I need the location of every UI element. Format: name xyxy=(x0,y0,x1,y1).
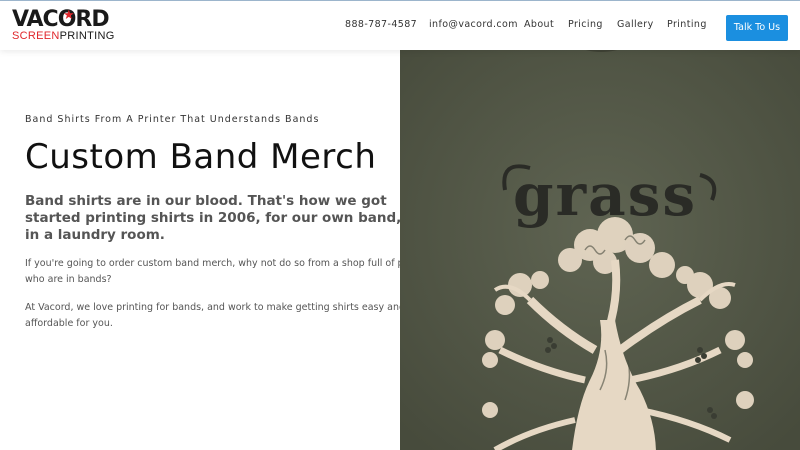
paragraph-line: who are in bands? xyxy=(25,273,112,285)
nav-email-link[interactable]: info@vacord.com xyxy=(429,19,518,30)
nav-about-link[interactable]: About xyxy=(524,19,554,30)
nav-phone-link[interactable]: 888-787-4587 xyxy=(345,19,417,30)
site-header: VACORD ★ SCREENPRINTING 888-787-4587 inf… xyxy=(0,1,800,50)
paragraph-line: At Vacord, we love printing for bands, a… xyxy=(25,302,406,313)
shirt-band-name: grass xyxy=(513,161,697,229)
hero-lead-line: in a laundry room. xyxy=(25,227,165,243)
hero-paragraph-1: If you're going to order custom band mer… xyxy=(25,256,430,287)
nav-gallery-link[interactable]: Gallery xyxy=(617,19,654,30)
hero-lead-line: Band shirts are in our blood. That's how… xyxy=(25,193,387,209)
nav-printing-link[interactable]: Printing xyxy=(667,19,707,30)
hero-paragraph-2: At Vacord, we love printing for bands, a… xyxy=(25,300,406,331)
shirt-illustration: grass xyxy=(400,50,800,450)
band-shirt-photo: grass xyxy=(400,50,800,450)
hero-lead-line: started printing shirts in 2006, for our… xyxy=(25,210,402,226)
talk-to-us-button[interactable]: Talk To Us xyxy=(726,15,788,41)
paragraph-line: affordable for you. xyxy=(25,317,113,329)
hero-eyebrow: Band Shirts From A Printer That Understa… xyxy=(25,114,320,125)
paragraph-line: If you're going to order custom band mer… xyxy=(25,258,430,269)
page-title: Custom Band Merch xyxy=(25,137,377,177)
hero-lead: Band shirts are in our blood. That's how… xyxy=(25,193,402,244)
nav-pricing-link[interactable]: Pricing xyxy=(568,19,603,30)
main-nav: 888-787-4587 info@vacord.com About Prici… xyxy=(0,19,800,33)
